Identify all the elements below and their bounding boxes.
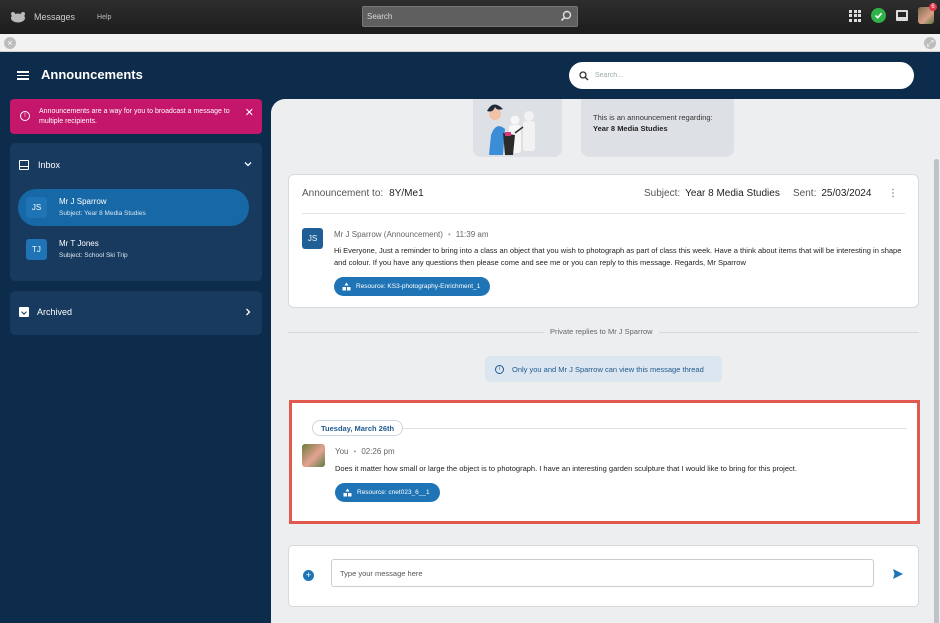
inbox-header[interactable]: Inbox [19, 160, 60, 170]
privacy-notice: i Only you and Mr J Sparrow can view thi… [485, 356, 722, 382]
sender-name: Mr J Sparrow (Announcement) [334, 230, 443, 239]
dismiss-alert-icon[interactable]: ✕ [245, 108, 254, 119]
status-check-icon[interactable] [871, 8, 886, 23]
compose-box: + [288, 545, 919, 607]
sent-label: Sent: [793, 188, 817, 199]
regarding-label: This is an announcement regarding: [593, 113, 713, 122]
scrollbar[interactable] [934, 159, 939, 623]
chevron-down-icon[interactable] [244, 160, 252, 170]
add-attachment-icon[interactable]: + [303, 570, 314, 581]
regarding-subject: Year 8 Media Studies [593, 124, 668, 133]
search-icon[interactable] [560, 10, 572, 25]
announcement-sent: Sent: 25/03/2024 [793, 188, 871, 199]
avatar: TJ [26, 239, 47, 260]
chevron-right-icon[interactable] [244, 308, 252, 318]
divider [302, 213, 905, 214]
info-alert: ! Announcements are a way for you to bro… [10, 99, 262, 134]
archive-icon [19, 307, 29, 317]
sent-value: 25/03/2024 [821, 188, 872, 199]
to-label: Announcement to: [302, 188, 384, 199]
private-replies-label: Private replies to Mr J Sparrow [544, 327, 659, 336]
announcement-search[interactable] [569, 62, 914, 89]
message-subject: Subject: Year 8 Media Studies [59, 210, 146, 217]
resource-icon [342, 282, 351, 291]
help-link[interactable]: Help [97, 14, 111, 21]
alert-text: Announcements are a way for you to broad… [39, 108, 230, 125]
monitor-icon[interactable] [896, 10, 908, 21]
search-input[interactable] [595, 72, 895, 79]
global-search-input[interactable] [363, 12, 553, 21]
message-input[interactable] [331, 559, 874, 587]
message-time: 02:26 pm [361, 447, 395, 456]
message-body: Does it matter how small or large the ob… [335, 464, 797, 473]
inbox-panel: Inbox JS Mr J Sparrow Subject: Year 8 Me… [10, 143, 262, 281]
avatar [302, 444, 325, 467]
subject-value: Year 8 Media Studies [685, 188, 780, 199]
send-icon[interactable] [892, 568, 904, 583]
user-avatar[interactable]: 6 [918, 3, 937, 24]
message-subject: Subject: School Ski Trip [59, 252, 128, 259]
announcement-subject: Subject: Year 8 Media Studies [644, 188, 780, 199]
message-time: 11:39 am [455, 230, 489, 239]
message-meta: Mr J Sparrow (Announcement) • 11:39 am [334, 230, 489, 239]
inbox-item-sparrow[interactable]: JS Mr J Sparrow Subject: Year 8 Media St… [18, 189, 249, 226]
subject-label: Subject: [644, 188, 681, 199]
resource-label: Resource: cnet023_6__1 [357, 489, 430, 496]
close-icon[interactable]: × [4, 37, 16, 49]
announcement-recipient: Announcement to: 8Y/Me1 [302, 188, 424, 199]
message-meta: You • 02:26 pm [335, 447, 395, 456]
resource-button[interactable]: Resource: cnet023_6__1 [335, 483, 440, 502]
info-icon: ! [20, 111, 30, 121]
menu-icon[interactable] [17, 71, 29, 80]
reply-message: Tuesday, March 26th You • 02:26 pm Does it… [289, 400, 920, 524]
announcements-app: Announcements ! Announcements are a way … [0, 52, 940, 623]
search-icon [579, 70, 589, 81]
app-header: Announcements [0, 52, 940, 99]
archived-panel[interactable]: Archived [10, 291, 262, 335]
archived-header[interactable]: Archived [19, 307, 72, 317]
date-separator: Tuesday, March 26th [312, 420, 404, 436]
more-options-icon[interactable]: ⋮ [888, 188, 898, 199]
resource-label: Resource: KS3-photography-Enrichment_1 [356, 283, 481, 290]
sender-name: Mr T Jones [59, 239, 99, 248]
sender-name: Mr J Sparrow [59, 197, 107, 206]
resource-button[interactable]: Resource: KS3-photography-Enrichment_1 [334, 277, 491, 296]
page-title: Announcements [41, 67, 143, 82]
inbox-item-jones[interactable]: TJ Mr T Jones Subject: School Ski Trip [18, 231, 249, 268]
announcement-illustration [473, 99, 562, 157]
info-icon: i [495, 364, 504, 374]
inbox-label: Inbox [38, 160, 61, 170]
avatar: JS [302, 228, 323, 249]
message-view: This is an announcement regarding: Year … [271, 99, 940, 623]
app-name[interactable]: Messages [34, 12, 75, 22]
window-strip: × ⤢ [0, 34, 940, 52]
privacy-notice-text: Only you and Mr J Sparrow can view this … [512, 364, 704, 374]
expand-icon[interactable]: ⤢ [924, 37, 936, 49]
inbox-icon [19, 160, 29, 170]
sender-name: You [335, 447, 349, 456]
global-search[interactable] [362, 6, 578, 27]
resource-icon [343, 488, 352, 497]
notification-badge: 6 [929, 3, 937, 11]
apps-grid-icon[interactable] [849, 9, 861, 22]
regarding-card: This is an announcement regarding: Year … [581, 99, 734, 157]
top-bar: Messages Help 6 [0, 0, 940, 34]
app-logo-icon[interactable] [10, 11, 26, 23]
to-value: 8Y/Me1 [389, 188, 424, 199]
avatar: JS [26, 197, 47, 218]
message-body: Hi Everyone, Just a reminder to bring in… [334, 246, 902, 267]
announcement-card: Announcement to: 8Y/Me1 Subject: Year 8 Me… [288, 174, 919, 308]
archived-label: Archived [37, 307, 73, 317]
